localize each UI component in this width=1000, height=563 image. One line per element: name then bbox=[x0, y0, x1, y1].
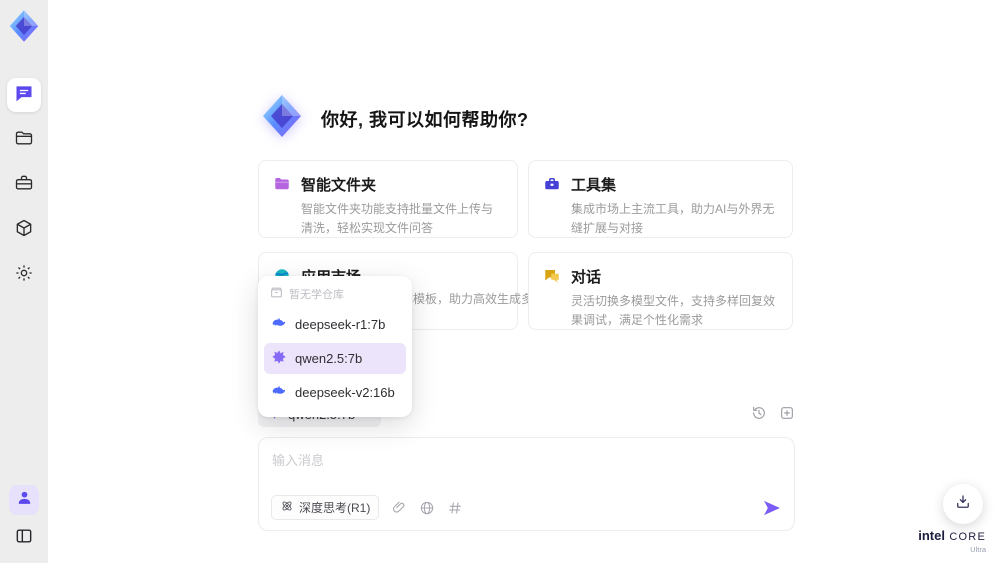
deepseek-whale-icon bbox=[271, 383, 287, 402]
cube-icon bbox=[14, 218, 34, 243]
card-conversation[interactable]: 对话 灵活切换多模型文件，支持多样回复效果调试，满足个性化需求 bbox=[528, 252, 793, 330]
card-desc-partial: 本模板，助力高效生成多 bbox=[401, 292, 534, 306]
sidebar-item-models[interactable] bbox=[7, 213, 41, 247]
core-wordmark: CORE bbox=[949, 531, 986, 543]
intel-core-logo: intel CORE Ultra bbox=[918, 527, 986, 554]
chat-toolbar bbox=[751, 405, 795, 426]
folder-purple-icon bbox=[273, 175, 291, 193]
model-option-label: qwen2.5:7b bbox=[295, 351, 363, 366]
sidebar-item-folders[interactable] bbox=[7, 123, 41, 157]
sidebar-item-panel[interactable] bbox=[9, 523, 39, 553]
send-icon[interactable] bbox=[762, 498, 782, 518]
composer-toolbar: 深度思考(R1) bbox=[271, 495, 782, 520]
download-icon bbox=[954, 493, 972, 516]
app-logo-icon bbox=[6, 8, 42, 44]
card-desc: 灵活切换多模型文件，支持多样回复效果调试，满足个性化需求 bbox=[571, 294, 776, 327]
repo-box-icon bbox=[270, 286, 283, 302]
card-title: 智能文件夹 bbox=[301, 177, 377, 194]
ultra-wordmark: Ultra bbox=[970, 544, 986, 554]
qwen-icon bbox=[271, 349, 287, 368]
gear-icon bbox=[14, 263, 34, 288]
greeting: 你好, 我可以如何帮助你? bbox=[258, 92, 529, 145]
panel-icon bbox=[14, 526, 34, 551]
folder-icon bbox=[14, 128, 34, 153]
model-option-deepseek-r1[interactable]: deepseek-r1:7b bbox=[264, 309, 406, 340]
message-input-placeholder: 输入消息 bbox=[272, 453, 325, 468]
deepseek-whale-icon bbox=[271, 315, 287, 334]
briefcase-indigo-icon bbox=[543, 175, 561, 193]
sidebar-item-chat[interactable] bbox=[7, 78, 41, 112]
chat-gold-icon bbox=[543, 267, 561, 285]
card-title: 对话 bbox=[571, 269, 602, 286]
paperclip-icon[interactable] bbox=[391, 500, 407, 516]
card-desc: 智能文件夹功能支持批量文件上传与清洗，轻松实现文件问答 bbox=[301, 202, 494, 235]
chat-bubble-icon bbox=[14, 83, 34, 108]
deep-think-toggle[interactable]: 深度思考(R1) bbox=[271, 495, 380, 520]
model-option-label: deepseek-r1:7b bbox=[295, 317, 386, 332]
card-desc: 集成市场上主流工具，助力AI与外界无缝扩展与对接 bbox=[571, 202, 775, 235]
new-chat-icon[interactable] bbox=[779, 405, 795, 426]
briefcase-icon bbox=[14, 173, 34, 198]
sidebar-item-tools[interactable] bbox=[7, 168, 41, 202]
card-smart-folder[interactable]: 智能文件夹 智能文件夹功能支持批量文件上传与清洗，轻松实现文件问答 bbox=[258, 160, 518, 238]
model-option-qwen[interactable]: qwen2.5:7b bbox=[264, 343, 406, 374]
sidebar bbox=[0, 0, 48, 563]
app-window: 你好, 我可以如何帮助你? 智能文件夹 智能文件夹功能支持批量文件上传与清洗，轻… bbox=[0, 0, 1000, 563]
globe-icon[interactable] bbox=[419, 500, 435, 516]
card-toolset[interactable]: 工具集 集成市场上主流工具，助力AI与外界无缝扩展与对接 bbox=[528, 160, 793, 238]
hash-icon[interactable] bbox=[447, 500, 463, 516]
model-dropdown-header: 暂无学仓库 bbox=[264, 282, 406, 309]
model-dropdown: 暂无学仓库 deepseek-r1:7b qwen2.5:7b deepseek… bbox=[258, 276, 412, 417]
deep-think-label: 深度思考(R1) bbox=[299, 501, 371, 515]
sidebar-bottom bbox=[9, 485, 39, 553]
model-option-label: deepseek-v2:16b bbox=[295, 385, 395, 400]
intel-wordmark: intel bbox=[918, 528, 945, 543]
sidebar-item-settings[interactable] bbox=[7, 258, 41, 292]
assistant-logo-icon bbox=[258, 92, 306, 145]
model-option-deepseek-v2[interactable]: deepseek-v2:16b bbox=[264, 377, 406, 408]
main-content: 你好, 我可以如何帮助你? 智能文件夹 智能文件夹功能支持批量文件上传与清洗，轻… bbox=[258, 0, 795, 563]
message-composer[interactable]: 输入消息 深度思考(R1) bbox=[258, 437, 795, 531]
atom-icon bbox=[280, 499, 294, 516]
model-dropdown-header-label: 暂无学仓库 bbox=[289, 289, 344, 301]
user-icon bbox=[16, 489, 33, 511]
sidebar-nav bbox=[7, 78, 41, 303]
greeting-title: 你好, 我可以如何帮助你? bbox=[321, 109, 529, 130]
download-button[interactable] bbox=[943, 484, 983, 524]
sidebar-item-profile[interactable] bbox=[9, 485, 39, 515]
history-icon[interactable] bbox=[751, 405, 767, 426]
card-title: 工具集 bbox=[571, 177, 617, 194]
